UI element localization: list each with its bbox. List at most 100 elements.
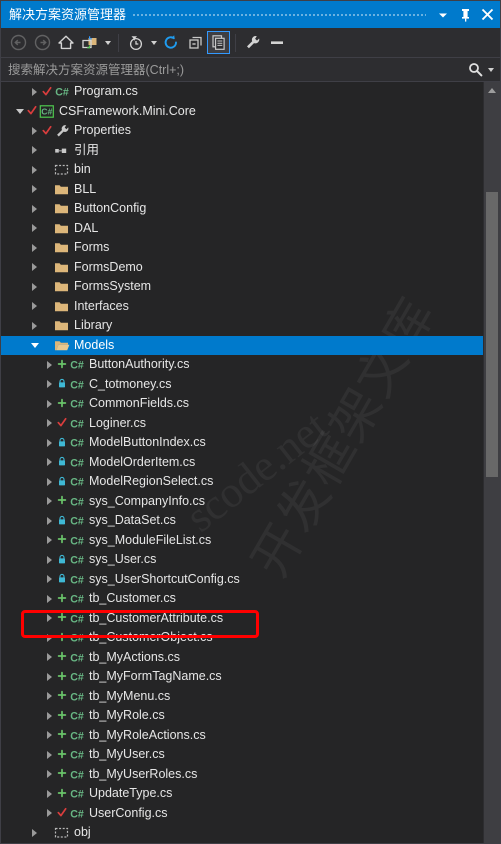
expander-closed-icon[interactable] <box>43 609 56 629</box>
expander-closed-icon[interactable] <box>28 160 41 180</box>
expander-closed-icon[interactable] <box>43 745 56 765</box>
pin-button[interactable] <box>454 3 476 27</box>
tree-item-program-cs[interactable]: C# Program.cs <box>1 82 483 102</box>
expander-closed-icon[interactable] <box>28 199 41 219</box>
expander-closed-icon[interactable] <box>43 550 56 570</box>
tree-item-sys-companyinfo-cs[interactable]: C# sys_CompanyInfo.cs <box>1 492 483 512</box>
back-button[interactable] <box>6 31 30 55</box>
expander-open-icon[interactable] <box>13 102 26 122</box>
solution-tree[interactable]: C# Program.cs C# CSFramework.Mini.Core Prop… <box>1 82 483 843</box>
expander-closed-icon[interactable] <box>28 843 41 844</box>
tree-item-c-totmoney-cs[interactable]: C# C_totmoney.cs <box>1 375 483 395</box>
expander-closed-icon[interactable] <box>28 180 41 200</box>
expander-closed-icon[interactable] <box>28 219 41 239</box>
search-button[interactable] <box>465 62 485 77</box>
close-button[interactable] <box>476 3 498 27</box>
tree-item-sys-user-cs[interactable]: C# sys_User.cs <box>1 550 483 570</box>
search-input[interactable] <box>8 62 465 77</box>
tree-item-tb-myrole-cs[interactable]: C# tb_MyRole.cs <box>1 706 483 726</box>
expander-closed-icon[interactable] <box>43 414 56 434</box>
expander-closed-icon[interactable] <box>43 453 56 473</box>
sync-with-active-document-button[interactable] <box>78 31 102 55</box>
tree-item-buttonauthority-cs[interactable]: C# ButtonAuthority.cs <box>1 355 483 375</box>
expander-closed-icon[interactable] <box>43 394 56 414</box>
collapse-all-button[interactable] <box>183 31 207 55</box>
tree-item-forms[interactable]: Forms <box>1 238 483 258</box>
tree-item-bll[interactable]: BLL <box>1 180 483 200</box>
pending-changes-filter-button[interactable] <box>124 31 148 55</box>
tree-item-sys-dataset-cs[interactable]: C# sys_DataSet.cs <box>1 511 483 531</box>
expander-closed-icon[interactable] <box>28 121 41 141</box>
tree-item-tb-customer-cs[interactable]: C# tb_Customer.cs <box>1 589 483 609</box>
expander-closed-icon[interactable] <box>43 784 56 804</box>
expander-closed-icon[interactable] <box>43 687 56 707</box>
tree-item-library[interactable]: Library <box>1 316 483 336</box>
expander-closed-icon[interactable] <box>43 706 56 726</box>
tree-item-csframework-mini-core[interactable]: C# CSFramework.Mini.Core <box>1 102 483 122</box>
expander-closed-icon[interactable] <box>43 570 56 590</box>
preview-selected-items-button[interactable] <box>265 31 289 55</box>
expander-closed-icon[interactable] <box>43 804 56 824</box>
expander-closed-icon[interactable] <box>43 628 56 648</box>
tree-item-properties[interactable]: Properties <box>1 121 483 141</box>
tree-item-bin[interactable]: bin <box>1 160 483 180</box>
expander-closed-icon[interactable] <box>28 141 41 161</box>
expander-closed-icon[interactable] <box>43 375 56 395</box>
tree-item-tb-customerobject-cs[interactable]: C# tb_CustomerObject.cs <box>1 628 483 648</box>
tree-item-modelregionselect-cs[interactable]: C# ModelRegionSelect.cs <box>1 472 483 492</box>
tree-item-formssystem[interactable]: FormsSystem <box>1 277 483 297</box>
tree-item-formsdemo[interactable]: FormsDemo <box>1 258 483 278</box>
expander-closed-icon[interactable] <box>43 492 56 512</box>
expander-closed-icon[interactable] <box>28 277 41 297</box>
expander-closed-icon[interactable] <box>28 82 41 102</box>
tree-item-tb-myroleactions-cs[interactable]: C# tb_MyRoleActions.cs <box>1 726 483 746</box>
properties-button[interactable] <box>241 31 265 55</box>
filter-dropdown-button[interactable] <box>148 31 159 55</box>
window-dropdown-button[interactable] <box>432 3 454 27</box>
vertical-scrollbar[interactable] <box>483 82 500 843</box>
tree-item-tb-myuser-cs[interactable]: C# tb_MyUser.cs <box>1 745 483 765</box>
tree-item-sys-modulefilelist-cs[interactable]: C# sys_ModuleFileList.cs <box>1 531 483 551</box>
expander-closed-icon[interactable] <box>28 258 41 278</box>
expander-closed-icon[interactable] <box>28 238 41 258</box>
tree-item-tb-myformtagname-cs[interactable]: C# tb_MyFormTagName.cs <box>1 667 483 687</box>
tree-item-tb-mymenu-cs[interactable]: C# tb_MyMenu.cs <box>1 687 483 707</box>
expander-closed-icon[interactable] <box>43 433 56 453</box>
tree-item-tb-myactions-cs[interactable]: C# tb_MyActions.cs <box>1 648 483 668</box>
expander-closed-icon[interactable] <box>43 726 56 746</box>
expander-closed-icon[interactable] <box>43 667 56 687</box>
tree-item-commonfields-cs[interactable]: C# CommonFields.cs <box>1 394 483 414</box>
tree-item-obj[interactable]: obj <box>1 823 483 843</box>
search-options-dropdown[interactable] <box>485 58 496 82</box>
sync-dropdown-button[interactable] <box>102 31 113 55</box>
refresh-button[interactable] <box>159 31 183 55</box>
scrollbar-thumb[interactable] <box>486 192 498 477</box>
expander-open-icon[interactable] <box>28 336 41 356</box>
expander-closed-icon[interactable] <box>43 589 56 609</box>
tree-item-orm[interactable]: ORM <box>1 843 483 844</box>
tree-item-tb-myuserroles-cs[interactable]: C# tb_MyUserRoles.cs <box>1 765 483 785</box>
expander-closed-icon[interactable] <box>43 355 56 375</box>
home-button[interactable] <box>54 31 78 55</box>
expander-closed-icon[interactable] <box>43 531 56 551</box>
forward-button[interactable] <box>30 31 54 55</box>
show-all-files-button[interactable] <box>207 31 230 54</box>
tree-item-models[interactable]: Models <box>1 335 483 356</box>
tree-item-loginer-cs[interactable]: C# Loginer.cs <box>1 414 483 434</box>
tree-item-userconfig-cs[interactable]: C# UserConfig.cs <box>1 804 483 824</box>
expander-closed-icon[interactable] <box>43 765 56 785</box>
tree-item-tb-customerattribute-cs[interactable]: C# tb_CustomerAttribute.cs <box>1 609 483 629</box>
expander-closed-icon[interactable] <box>43 472 56 492</box>
tree-item-buttonconfig[interactable]: ButtonConfig <box>1 199 483 219</box>
tree-item-updatetype-cs[interactable]: C# UpdateType.cs <box>1 784 483 804</box>
tree-item-dal[interactable]: DAL <box>1 219 483 239</box>
expander-closed-icon[interactable] <box>28 297 41 317</box>
scroll-up-button[interactable] <box>484 82 500 98</box>
expander-closed-icon[interactable] <box>28 823 41 843</box>
expander-closed-icon[interactable] <box>28 316 41 336</box>
tree-item-sys-usershortcutconfig-cs[interactable]: C# sys_UserShortcutConfig.cs <box>1 570 483 590</box>
tree-item-modelbuttonindex-cs[interactable]: C# ModelButtonIndex.cs <box>1 433 483 453</box>
expander-closed-icon[interactable] <box>43 511 56 531</box>
tree-item-modelorderitem-cs[interactable]: C# ModelOrderItem.cs <box>1 453 483 473</box>
expander-closed-icon[interactable] <box>43 648 56 668</box>
